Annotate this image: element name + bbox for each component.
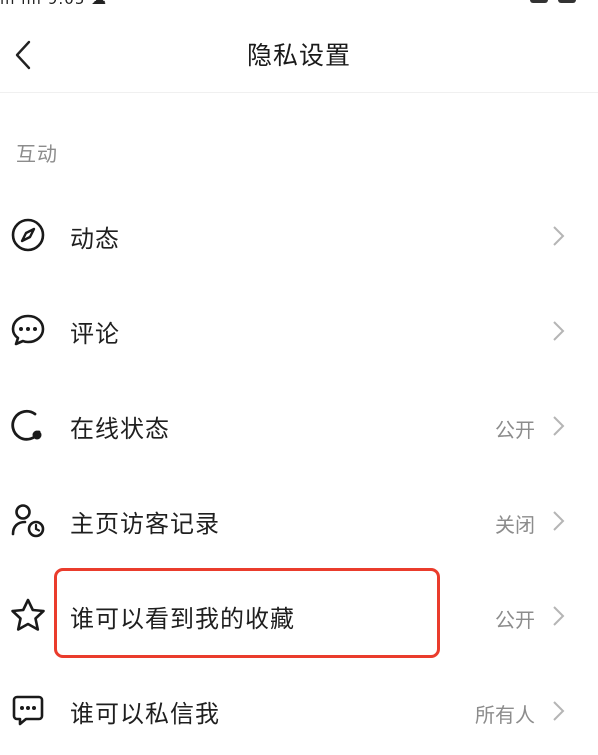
row-private-message[interactable]: 谁可以私信我 所有人 [0,663,598,755]
row-comments[interactable]: 评论 [0,283,598,375]
comment-bubble-icon [9,313,47,347]
row-label: 在线状态 [70,415,170,443]
row-label: 评论 [70,320,120,348]
compass-icon [9,218,47,252]
nav-bar: 隐私设置 [0,0,598,93]
row-label: 动态 [70,225,120,253]
row-label: 谁可以私信我 [70,700,220,728]
chevron-right-icon [553,226,565,246]
chevron-right-icon [553,416,565,436]
message-icon [9,693,47,727]
row-value: 公开 [495,608,535,632]
chevron-right-icon [553,701,565,721]
row-label: 主页访客记录 [70,510,220,538]
row-value: 公开 [495,418,535,442]
online-status-icon [9,408,47,442]
chevron-right-icon [553,321,565,341]
section-title: 互动 [16,142,58,166]
page-title: 隐私设置 [246,41,351,70]
visitor-clock-icon [9,503,47,538]
row-favorites-visibility[interactable]: 谁可以看到我的收藏 公开 [0,568,598,660]
row-label: 谁可以看到我的收藏 [70,605,295,633]
star-icon [9,598,47,632]
row-value: 所有人 [475,703,535,727]
row-online-status[interactable]: 在线状态 公开 [0,378,598,470]
row-visitor-records[interactable]: 主页访客记录 关闭 [0,473,598,565]
row-value: 关闭 [495,513,535,537]
chevron-right-icon [553,606,565,626]
row-moments[interactable]: 动态 [0,188,598,280]
chevron-right-icon [553,511,565,531]
